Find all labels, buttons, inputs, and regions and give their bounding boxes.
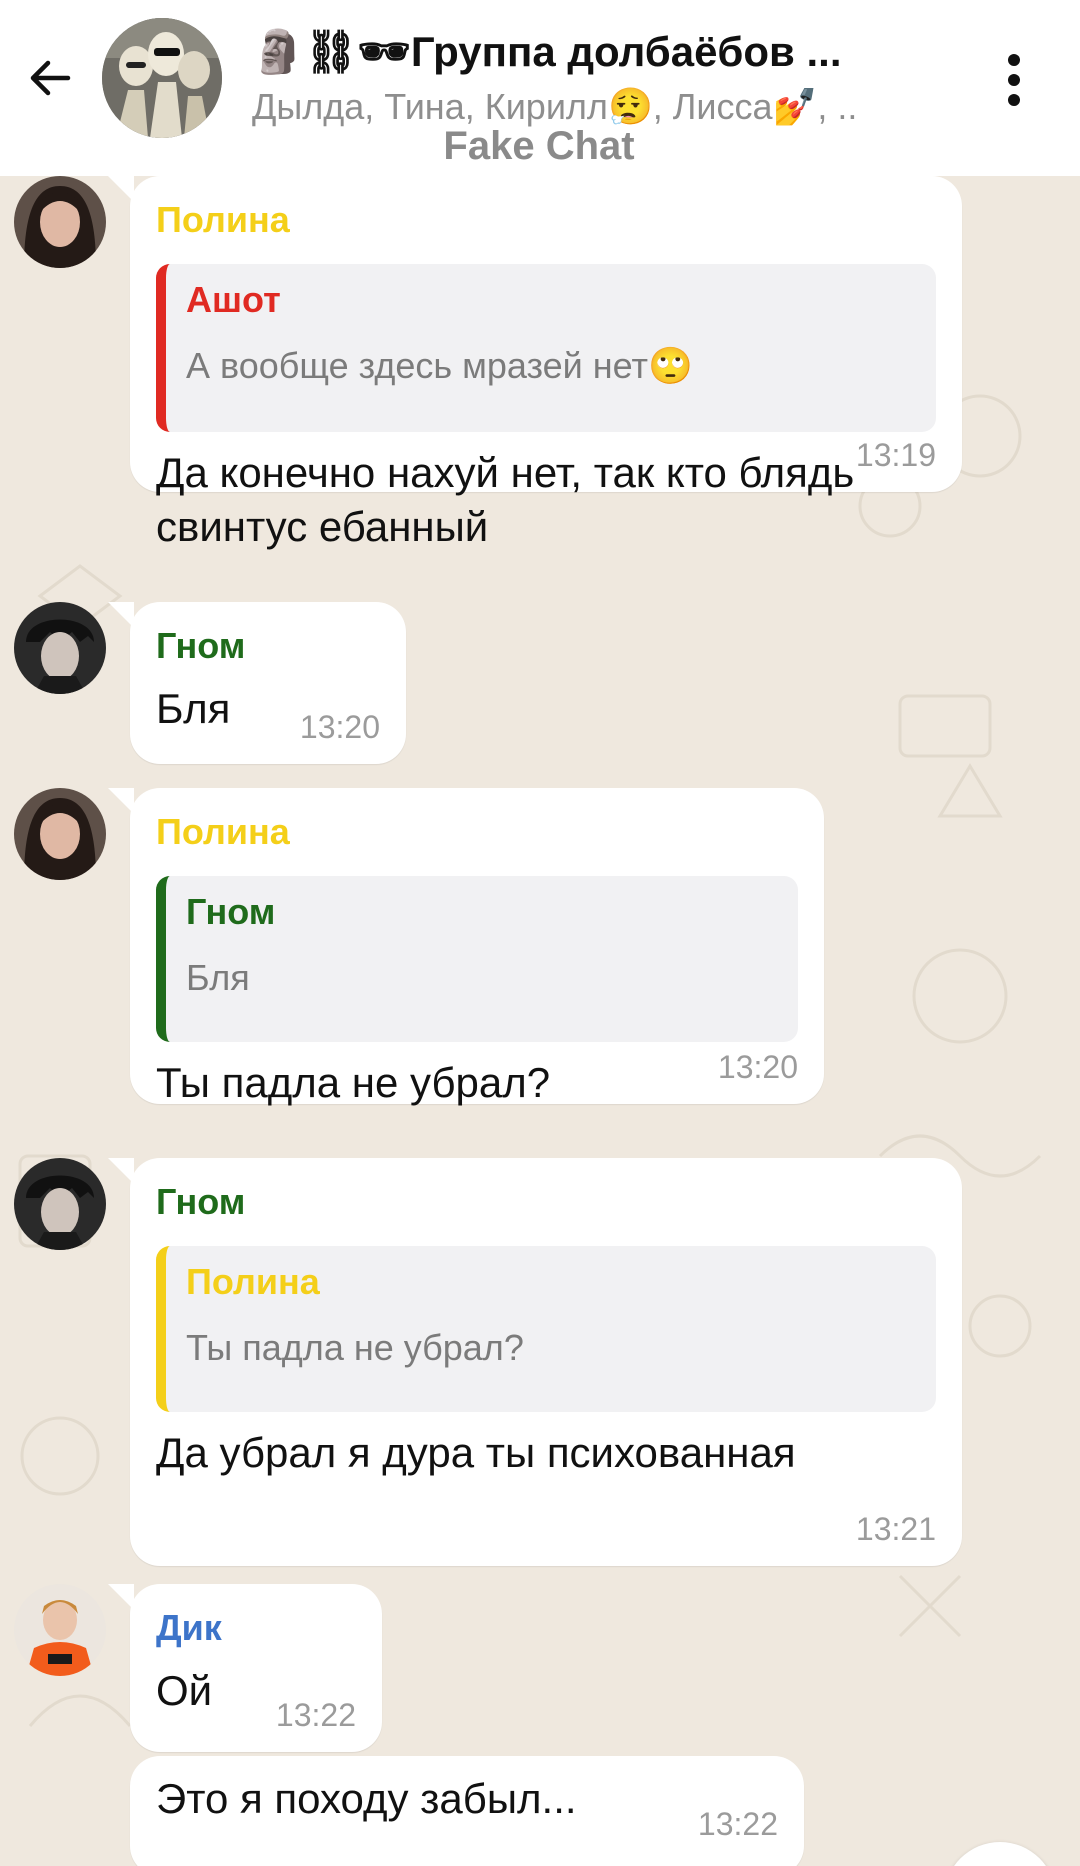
avatar-gnom[interactable] [14, 1158, 106, 1250]
avatar-polina[interactable] [14, 788, 106, 880]
quote-sender: Ашот [186, 279, 281, 320]
message-bubble[interactable]: Полина Гном Бля Ты падла не убрал? 13:20 [108, 788, 824, 1106]
reply-quote[interactable]: Ашот А вообще здесь мразей нет🙄 [156, 264, 936, 432]
message-time: 13:20 [717, 1049, 798, 1085]
message-bubble[interactable]: Полина Ашот А вообще здесь мразей нет🙄 Д… [108, 176, 962, 550]
sender-name: Гном [156, 1181, 246, 1222]
scroll-down-button[interactable] [944, 1842, 1056, 1866]
quote-text: Ты падла не убрал? [186, 1327, 524, 1368]
message-bubble[interactable]: Гном Полина Ты падла не убрал? Да убрал … [108, 1158, 962, 1566]
group-title[interactable]: 🗿⛓🕶Группа долбаёбов ... [252, 28, 932, 77]
sender-name: Полина [156, 811, 290, 852]
message-time: 13:22 [697, 1806, 778, 1842]
quote-text: Бля [186, 957, 250, 998]
quote-sender: Полина [186, 1261, 320, 1302]
chat-screen: 🗿⛓🕶Группа долбаёбов ... Дылда, Тина, Кир… [0, 0, 1080, 1866]
avatar-polina[interactable] [14, 176, 106, 268]
watermark-text: Fake Chat [443, 124, 635, 168]
avatar-dik[interactable] [14, 1584, 106, 1676]
more-options-button[interactable] [994, 48, 1034, 112]
reply-quote[interactable]: Гном Бля [156, 876, 798, 1042]
back-button[interactable] [22, 50, 78, 106]
message-text: Да убрал я дура ты психованная [156, 1429, 796, 1476]
sender-name: Полина [156, 199, 290, 240]
back-arrow-icon [30, 60, 71, 96]
quote-sender: Гном [186, 891, 276, 932]
more-vertical-icon [1008, 54, 1020, 66]
reply-quote[interactable]: Полина Ты падла не убрал? [156, 1246, 936, 1412]
message-bubble[interactable]: Гном Бля 13:20 [108, 602, 406, 764]
message-text: Да конечно нахуй нет, так кто блядь свин… [156, 449, 855, 550]
sender-name: Дик [156, 1607, 222, 1648]
message-list[interactable]: Полина Ашот А вообще здесь мразей нет🙄 Д… [0, 176, 1080, 1866]
message-time: 13:21 [855, 1511, 936, 1547]
message-bubble[interactable]: Дик Ой 13:22 [108, 1584, 382, 1752]
group-members[interactable]: Дылда, Тина, Кирилл😮‍💨, Лисса💅, .. [252, 86, 902, 128]
avatar-gnom[interactable] [14, 602, 106, 694]
message-time: 13:22 [275, 1697, 356, 1733]
sender-name: Гном [156, 625, 246, 666]
message-text: Ты падла не убрал? [156, 1059, 551, 1106]
message-bubble[interactable]: Это я походу забыл... 13:22 [130, 1756, 804, 1866]
message-time: 13:20 [299, 709, 380, 745]
scroll-down-icon [944, 1842, 1056, 1866]
message-text: Это я походу забыл... [156, 1775, 577, 1822]
group-avatar[interactable] [102, 18, 222, 138]
chat-header: 🗿⛓🕶Группа долбаёбов ... Дылда, Тина, Кир… [0, 0, 1080, 176]
quote-text: А вообще здесь мразей нет🙄 [186, 345, 693, 386]
message-time: 13:19 [855, 437, 936, 473]
